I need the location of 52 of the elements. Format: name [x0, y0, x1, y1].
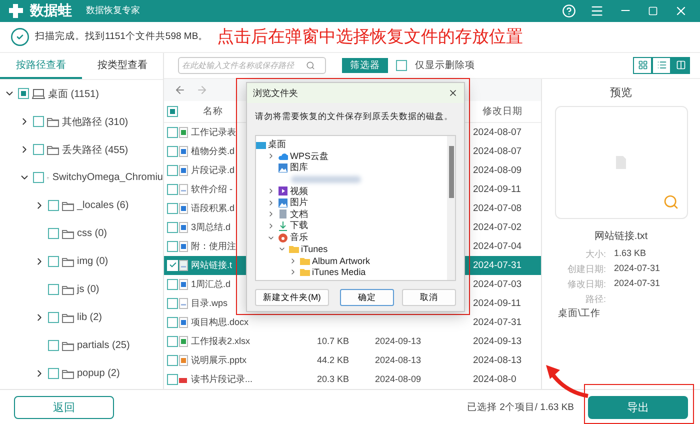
field-label: 创建日期:: [566, 262, 606, 276]
file-size: 44.2 KB: [317, 355, 350, 366]
file-name: 语段积累.d: [191, 202, 235, 215]
modified-date: 2024-09-11: [473, 184, 521, 195]
file-size: 20.3 KB: [317, 374, 350, 384]
modified-date: 2024-08-07: [473, 126, 522, 138]
modified-date: 2024-08-07: [473, 146, 522, 157]
file-name: 3周总结.d: [191, 220, 231, 234]
file-name: 工作报表2.xlsx: [191, 334, 250, 348]
file-name: 项目构思.docx: [191, 316, 249, 329]
created-date: 2024-08-13: [374, 355, 422, 366]
field-value: 2024-07-31: [614, 278, 662, 290]
file-name: 附：使用注: [191, 240, 236, 253]
file-name: 工作记录表: [191, 126, 236, 139]
file-name: 网站链接.t: [191, 258, 232, 272]
modified-date: 2024-09-13: [473, 336, 522, 347]
modified-date: 2024-07-31: [473, 260, 522, 271]
field-value: 1.63 KB: [614, 248, 648, 260]
field-label: 大小:: [584, 248, 606, 261]
modified-date: 2024-07-08: [473, 202, 522, 214]
file-name: 片段记录.d: [191, 164, 235, 177]
field-value: 2024-07-31: [614, 262, 662, 275]
app-subtitle: 数据恢复专家: [86, 4, 140, 18]
file-size: 10.7 KB: [317, 336, 350, 346]
modified-date: 2024-08-09: [473, 164, 522, 176]
path-value: 桌面\工作: [558, 306, 601, 320]
modified-date: 2024-09-11: [473, 298, 521, 309]
preview-file-name: 网站链接.txt: [594, 230, 648, 243]
modified-date: 2024-07-02: [473, 222, 522, 233]
field-label: 修改日期:: [566, 278, 606, 291]
file-name: 1周汇总.d: [191, 278, 231, 291]
modified-date: 2024-07-03: [473, 278, 522, 290]
checkbox-label: 仅显示删除项: [415, 58, 475, 72]
file-name: 读书片段记录...: [191, 372, 253, 386]
modified-date: 2024-08-0: [473, 374, 516, 385]
selection-summary: 已选择 2个项目/ 1.63 KB: [466, 400, 574, 414]
file-name: 目录.wps: [191, 296, 228, 310]
annotation-text: 点击后在弹窗中选择恢复文件的存放位置: [217, 26, 524, 48]
modified-date: 2024-07-31: [473, 316, 522, 328]
modified-date: 2024-07-04: [473, 240, 522, 252]
modified-date: 2024-08-13: [473, 354, 522, 366]
dialog-title: 浏览文件夹: [253, 86, 298, 100]
app-name: 数据蛙: [30, 2, 72, 20]
file-name: 说明展示.pptx: [191, 354, 247, 367]
preview-title: 预览: [610, 86, 632, 100]
file-name: 软件介绍 -: [191, 182, 232, 196]
dialog-message: 请勿将需要恢复的文件保存到原丢失数据的磁盘。: [255, 111, 454, 123]
created-date: 2024-08-09: [374, 374, 422, 384]
file-name: 植物分类.d: [191, 144, 235, 158]
field-label: 路径:: [584, 292, 606, 306]
created-date: 2024-09-13: [374, 336, 422, 346]
scan-status: 扫描完成。找到1151个文件共598 MB。: [35, 30, 208, 44]
